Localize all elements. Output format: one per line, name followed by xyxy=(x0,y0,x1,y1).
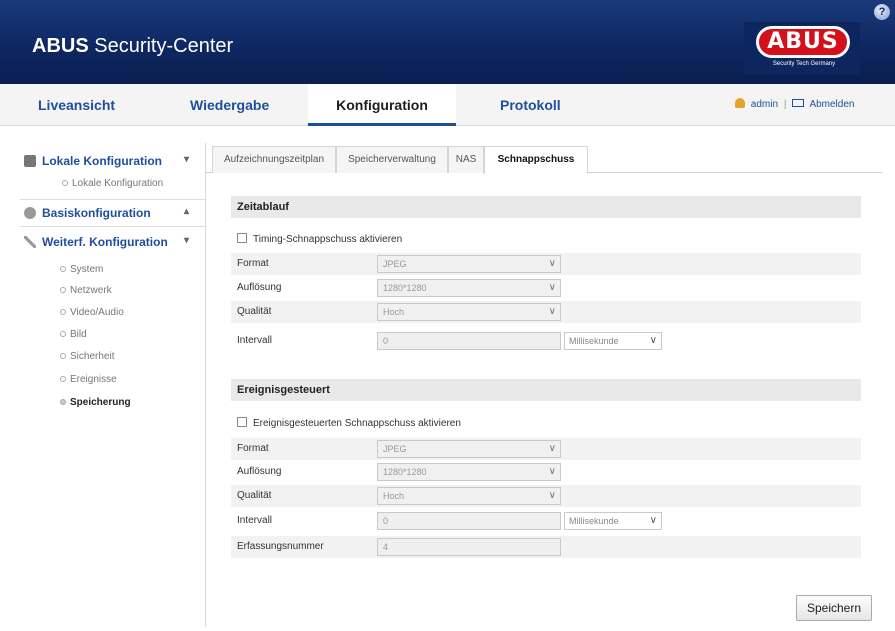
ereignis-resolution-row: Auflösung 1280*1280 ∨ xyxy=(231,461,861,483)
monitor-icon xyxy=(24,155,36,167)
bullet-icon xyxy=(60,309,66,315)
zeitablauf-quality-row: Qualität Hoch ∨ xyxy=(231,301,861,323)
zeitablauf-format-row: Format JPEG ∨ xyxy=(231,253,861,275)
bullet-icon xyxy=(62,180,68,186)
sidebar-item-lokale-konfiguration[interactable]: Lokale Konfiguration xyxy=(62,178,163,189)
bullet-icon xyxy=(60,353,66,359)
ereignis-count-row: Erfassungsnummer 4 xyxy=(231,536,861,558)
zeitablauf-interval-input[interactable]: 0 xyxy=(377,332,561,350)
sidebar-divider xyxy=(20,199,206,200)
logout-link[interactable]: Abmelden xyxy=(809,99,854,110)
wrench-icon xyxy=(24,236,36,248)
nav-tab-konfiguration[interactable]: Konfiguration xyxy=(308,84,456,126)
section-ereignisgesteuert-heading: Ereignisgesteuert xyxy=(231,379,861,401)
abus-logo: ABUS Security Tech Germany xyxy=(744,22,860,74)
ereignis-interval-row: Intervall 0 Millisekunde ∨ xyxy=(231,510,861,532)
event-snapshot-checkbox[interactable] xyxy=(237,417,247,427)
chevron-up-icon: ▴ xyxy=(184,206,190,217)
field-label: Erfassungsnummer xyxy=(237,541,324,552)
app-title: ABUS Security-Center xyxy=(32,35,234,57)
field-label: Intervall xyxy=(237,515,273,526)
event-snapshot-checkbox-row[interactable]: Ereignisgesteuerten Schnappschuss aktivi… xyxy=(237,417,461,429)
ereignis-count-input[interactable]: 4 xyxy=(377,538,561,556)
field-label: Qualität xyxy=(237,490,272,501)
field-label: Qualität xyxy=(237,306,272,317)
app-header: ABUS Security-Center ABUS Security Tech … xyxy=(0,0,895,84)
bullet-icon xyxy=(60,399,66,405)
chevron-down-icon: ▾ xyxy=(184,235,190,246)
user-area: admin | Abmelden xyxy=(735,98,857,110)
ereignis-quality-select[interactable]: Hoch ∨ xyxy=(377,487,561,505)
content-panel: Aufzeichnungszeitplan Speicherverwaltung… xyxy=(205,143,882,627)
chevron-down-icon: ∨ xyxy=(548,258,556,269)
sub-tabs: Aufzeichnungszeitplan Speicherverwaltung… xyxy=(206,143,882,174)
chevron-down-icon: ∨ xyxy=(548,490,556,501)
zeitablauf-format-select[interactable]: JPEG ∨ xyxy=(377,255,561,273)
timing-snapshot-checkbox-row[interactable]: Timing-Schnappschuss aktivieren xyxy=(237,233,402,245)
chevron-down-icon: ▾ xyxy=(184,154,190,165)
chevron-down-icon: ∨ xyxy=(649,515,657,526)
main-nav: Liveansicht Wiedergabe Konfiguration Pro… xyxy=(0,84,895,126)
bullet-icon xyxy=(60,376,66,382)
nav-tab-liveansicht[interactable]: Liveansicht xyxy=(38,84,115,126)
ereignis-format-select[interactable]: JPEG ∨ xyxy=(377,440,561,458)
nav-tab-protokoll[interactable]: Protokoll xyxy=(500,84,561,126)
tab-speicherverwaltung[interactable]: Speicherverwaltung xyxy=(336,146,448,173)
field-label: Format xyxy=(237,258,269,269)
ereignis-quality-row: Qualität Hoch ∨ xyxy=(231,485,861,507)
bullet-icon xyxy=(60,331,66,337)
tab-schnappschuss[interactable]: Schnappschuss xyxy=(484,146,588,174)
user-icon xyxy=(735,98,745,108)
sidebar-item-system[interactable]: System xyxy=(60,264,103,275)
chevron-down-icon: ∨ xyxy=(548,282,556,293)
tab-nas[interactable]: NAS xyxy=(448,146,484,173)
nav-tab-wiedergabe[interactable]: Wiedergabe xyxy=(190,84,269,126)
sidebar-item-video-audio[interactable]: Video/Audio xyxy=(60,307,124,318)
sidebar-section-label: Basiskonfiguration xyxy=(42,206,151,220)
sidebar-item-bild[interactable]: Bild xyxy=(60,329,87,340)
gear-icon xyxy=(24,207,36,219)
sidebar-item-sicherheit[interactable]: Sicherheit xyxy=(60,351,114,362)
logo-tagline: Security Tech Germany xyxy=(772,61,836,67)
chevron-down-icon: ∨ xyxy=(649,335,657,346)
sidebar-item-speicherung[interactable]: Speicherung xyxy=(60,397,131,408)
chevron-down-icon: ∨ xyxy=(548,466,556,477)
tab-aufzeichnungszeitplan[interactable]: Aufzeichnungszeitplan xyxy=(212,146,336,173)
sidebar-section-label: Weiterf. Konfiguration xyxy=(42,235,168,249)
ereignis-interval-input[interactable]: 0 xyxy=(377,512,561,530)
bullet-icon xyxy=(60,287,66,293)
checkbox-label: Ereignisgesteuerten Schnappschuss aktivi… xyxy=(253,418,461,429)
zeitablauf-interval-unit-select[interactable]: Millisekunde ∨ xyxy=(564,332,662,350)
timing-snapshot-checkbox[interactable] xyxy=(237,233,247,243)
logout-icon[interactable] xyxy=(792,99,805,107)
user-name[interactable]: admin xyxy=(751,99,778,110)
field-label: Auflösung xyxy=(237,466,282,477)
zeitablauf-resolution-row: Auflösung 1280*1280 ∨ xyxy=(231,277,861,299)
ereignis-format-row: Format JPEG ∨ xyxy=(231,438,861,460)
sidebar-item-netzwerk[interactable]: Netzwerk xyxy=(60,285,112,296)
sidebar-divider xyxy=(20,226,206,227)
chevron-down-icon: ∨ xyxy=(548,306,556,317)
help-icon[interactable]: ? xyxy=(874,4,890,20)
chevron-down-icon: ∨ xyxy=(548,443,556,454)
zeitablauf-interval-row: Intervall 0 Millisekunde ∨ xyxy=(231,330,861,352)
ereignis-interval-unit-select[interactable]: Millisekunde ∨ xyxy=(564,512,662,530)
field-label: Auflösung xyxy=(237,282,282,293)
bullet-icon xyxy=(60,266,66,272)
sidebar-section-label: Lokale Konfiguration xyxy=(42,154,162,168)
zeitablauf-quality-select[interactable]: Hoch ∨ xyxy=(377,303,561,321)
ereignis-resolution-select[interactable]: 1280*1280 ∨ xyxy=(377,463,561,481)
logo-badge: ABUS xyxy=(756,26,850,58)
zeitablauf-resolution-select[interactable]: 1280*1280 ∨ xyxy=(377,279,561,297)
field-label: Format xyxy=(237,443,269,454)
sidebar-item-ereignisse[interactable]: Ereignisse xyxy=(60,374,117,385)
field-label: Intervall xyxy=(237,335,273,346)
section-zeitablauf-heading: Zeitablauf xyxy=(231,196,861,218)
save-button[interactable]: Speichern xyxy=(796,595,872,621)
checkbox-label: Timing-Schnappschuss aktivieren xyxy=(253,234,403,245)
nav-divider: | xyxy=(783,99,787,110)
